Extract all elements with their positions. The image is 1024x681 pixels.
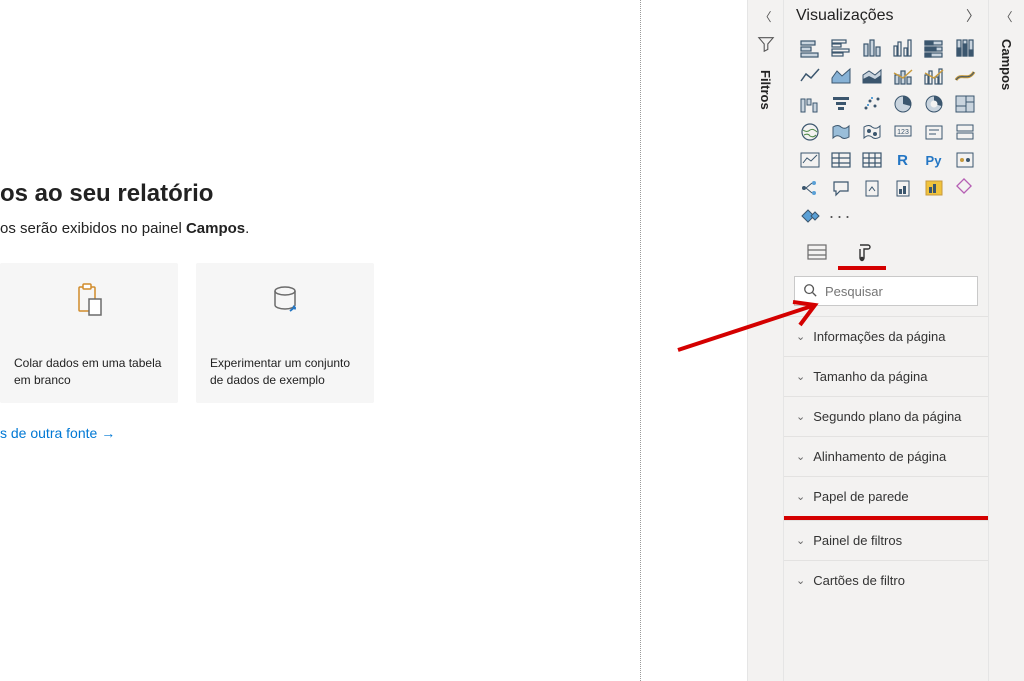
chevron-left-icon[interactable]: 〈 [759, 8, 771, 25]
section-label: Papel de parede [813, 489, 908, 504]
viz-line-clustered-icon[interactable] [889, 64, 916, 88]
chevron-down-icon: ⌄ [796, 370, 805, 383]
section-label: Tamanho da página [813, 369, 927, 384]
section-page-alignment[interactable]: ⌄ Alinhamento de página [784, 436, 988, 476]
section-page-size[interactable]: ⌄ Tamanho da página [784, 356, 988, 396]
viz-r-visual-icon[interactable]: R [889, 148, 916, 172]
viz-scatter-icon[interactable] [858, 92, 885, 116]
chevron-right-icon[interactable]: 〉 [966, 6, 980, 26]
chevron-left-icon[interactable]: 〈 [1000, 8, 1012, 25]
viz-line-icon[interactable] [796, 64, 823, 88]
other-source-link[interactable]: s de outra fonte→ [0, 425, 747, 441]
viz-stacked100-column-icon[interactable] [951, 36, 978, 60]
svg-text:123: 123 [897, 129, 909, 136]
section-filter-pane[interactable]: ⌄ Painel de filtros [784, 520, 988, 560]
viz-treemap-icon[interactable] [951, 92, 978, 116]
viz-table-icon[interactable] [858, 148, 885, 172]
viz-area-icon[interactable] [827, 64, 854, 88]
search-icon [803, 283, 817, 300]
section-wallpaper[interactable]: ⌄ Papel de parede [784, 476, 988, 516]
viz-pbi-apps-icon[interactable] [920, 176, 947, 200]
section-label: Informações da página [813, 329, 945, 344]
viz-decomposition-icon[interactable] [796, 176, 823, 200]
section-label: Segundo plano da página [813, 409, 961, 424]
other-source-text: s de outra fonte [0, 425, 97, 441]
viz-slicer-icon[interactable] [827, 148, 854, 172]
fields-label: Campos [999, 39, 1014, 90]
viz-gauge-icon[interactable]: 123 [889, 120, 916, 144]
card-sample-data[interactable]: Experimentar um conjunto de dados de exe… [196, 263, 374, 403]
subtitle-prefix: os serão exibidos no painel [0, 220, 186, 237]
viz-stacked100-bar-icon[interactable] [920, 36, 947, 60]
viz-donut-icon[interactable] [920, 92, 947, 116]
fields-tab-icon[interactable] [804, 240, 830, 264]
format-search-input[interactable] [823, 283, 969, 300]
visualizations-pane: Visualizações 〉 [783, 0, 988, 681]
format-tab-row [784, 234, 988, 268]
section-label: Alinhamento de página [813, 449, 946, 464]
clipboard-icon [14, 281, 164, 355]
viz-more-visual-icon[interactable] [951, 176, 978, 200]
viz-pie-icon[interactable] [889, 92, 916, 116]
viz-export-icon[interactable] [858, 176, 885, 200]
viz-key-influencers-icon[interactable] [951, 148, 978, 172]
card-label: Experimentar um conjunto de dados de exe… [210, 355, 360, 389]
viz-filled-map-icon[interactable] [827, 120, 854, 144]
viz-clustered-bar-icon[interactable] [827, 36, 854, 60]
viz-kpi-icon[interactable] [796, 148, 823, 172]
annotation-underline [838, 266, 886, 270]
viz-funnel-icon[interactable] [827, 92, 854, 116]
viz-waterfall-icon[interactable] [796, 92, 823, 116]
chevron-down-icon: ⌄ [796, 534, 805, 547]
report-title: os ao seu relatório [0, 180, 747, 208]
fields-pane-collapsed[interactable]: 〈 Campos [988, 0, 1024, 681]
viz-ribbon-icon[interactable] [951, 64, 978, 88]
chevron-down-icon: ⌄ [796, 330, 805, 343]
viz-shape-map-icon[interactable] [858, 120, 885, 144]
section-page-info[interactable]: ⌄ Informações da página [784, 316, 988, 356]
page-boundary [640, 0, 641, 681]
viz-clustered-column-icon[interactable] [889, 36, 916, 60]
viz-py-visual-icon[interactable]: Py [920, 148, 947, 172]
card-label: Colar dados em uma tabela em branco [14, 355, 164, 389]
subtitle-bold: Campos [186, 220, 245, 237]
viz-paginated-icon[interactable] [889, 176, 916, 200]
filter-funnel-icon [757, 35, 775, 56]
viz-stacked-area-icon[interactable] [858, 64, 885, 88]
viz-map-icon[interactable] [796, 120, 823, 144]
chevron-down-icon: ⌄ [796, 410, 805, 423]
database-icon [210, 281, 360, 355]
subtitle-suffix: . [245, 220, 249, 237]
section-filter-cards[interactable]: ⌄ Cartões de filtro [784, 560, 988, 600]
section-page-background[interactable]: ⌄ Segundo plano da página [784, 396, 988, 436]
card-paste-data[interactable]: Colar dados em uma tabela em branco [0, 263, 178, 403]
report-canvas[interactable]: os ao seu relatório os serão exibidos no… [0, 0, 747, 681]
section-label: Painel de filtros [813, 533, 902, 548]
viz-line-stacked-icon[interactable] [920, 64, 947, 88]
viz-custom-visual-icon[interactable] [796, 204, 823, 228]
format-tab-icon[interactable] [852, 240, 878, 264]
viz-card-icon[interactable] [920, 120, 947, 144]
chevron-down-icon: ⌄ [796, 450, 805, 463]
filters-label: Filtros [758, 70, 773, 110]
visual-gallery: 123 R Py ··· [784, 36, 988, 234]
viz-more-icon[interactable]: ··· [827, 204, 854, 228]
arrow-right-icon: → [101, 425, 115, 441]
viz-panel-title: Visualizações [796, 7, 966, 25]
filters-pane-collapsed[interactable]: 〈 Filtros [747, 0, 783, 681]
section-label: Cartões de filtro [813, 573, 905, 588]
report-subtitle: os serão exibidos no painel Campos. [0, 220, 747, 237]
format-search-box[interactable] [794, 276, 978, 306]
viz-multi-row-card-icon[interactable] [951, 120, 978, 144]
chevron-down-icon: ⌄ [796, 574, 805, 587]
viz-stacked-column-icon[interactable] [858, 36, 885, 60]
viz-qa-icon[interactable] [827, 176, 854, 200]
chevron-down-icon: ⌄ [796, 490, 805, 503]
viz-stacked-bar-icon[interactable] [796, 36, 823, 60]
